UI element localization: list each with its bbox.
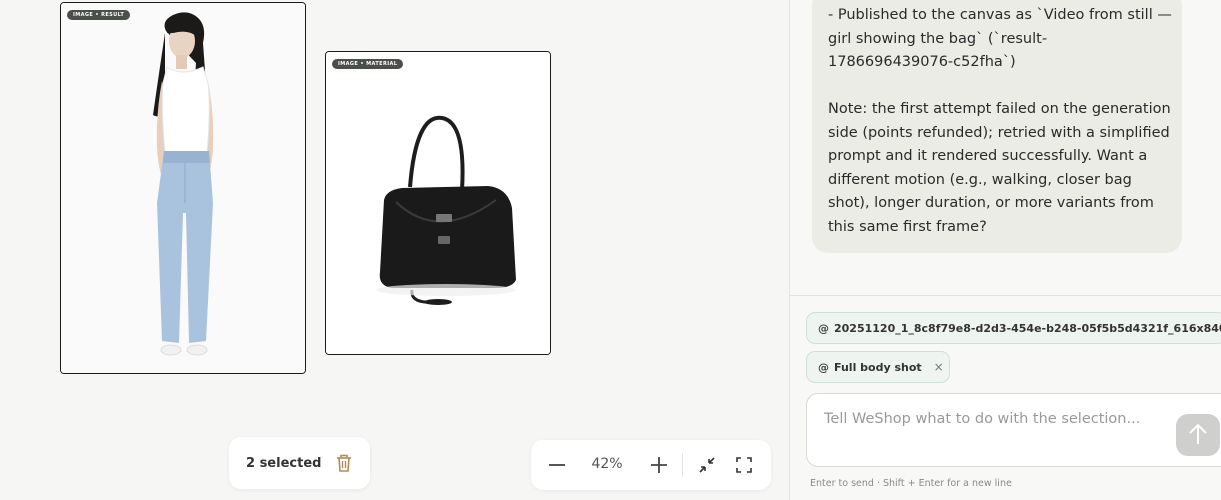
handbag-image (326, 52, 550, 354)
material-badge: IMAGE • MATERIAL (332, 59, 404, 69)
message-input[interactable] (822, 409, 1166, 443)
canvas[interactable]: IMAGE • RESULT IMAGE • MATERIAL 2 select… (0, 0, 789, 500)
assistant-message-text: - Published to the canvas as `Video from… (828, 4, 1172, 239)
chip-label: Full body shot (834, 360, 922, 374)
chip-close-icon[interactable]: × (934, 360, 944, 374)
zoom-toolbar: 42% (531, 440, 771, 490)
result-badge: IMAGE • RESULT (67, 10, 131, 20)
message-composer (806, 393, 1221, 467)
chat-panel: - Published to the canvas as `Video from… (789, 0, 1221, 500)
material-image-card[interactable]: IMAGE • MATERIAL (325, 51, 551, 355)
composer-hint: Enter to send · Shift + Enter for a new … (810, 478, 1012, 489)
zoom-level: 42% (591, 456, 623, 472)
result-image-card[interactable]: IMAGE • RESULT (60, 2, 306, 374)
message-paragraph-2: Note: the first attempt failed on the ge… (828, 101, 1171, 235)
model-image (61, 3, 305, 373)
message-paragraph-1: - Published to the canvas as `Video from… (828, 7, 1172, 70)
panel-divider (790, 295, 1221, 296)
at-icon: @ (818, 321, 829, 335)
context-chip-image: @ 20251120_1_8c8f79e8-d2d3-454e-b248-05f… (806, 312, 1221, 344)
assistant-message: - Published to the canvas as `Video from… (812, 0, 1182, 253)
context-chip-shot: @ Full body shot × (806, 351, 950, 383)
selected-count: 2 selected (246, 455, 322, 471)
zoom-out-icon[interactable] (547, 455, 567, 475)
trash-icon[interactable] (335, 453, 353, 473)
zoom-in-icon[interactable] (649, 455, 669, 475)
arrow-up-icon (1189, 423, 1207, 444)
fit-collapse-icon[interactable] (697, 455, 717, 475)
send-button[interactable] (1176, 414, 1220, 456)
chip-label: 20251120_1_8c8f79e8-d2d3-454e-b248-05f5b… (834, 321, 1221, 335)
at-icon: @ (818, 360, 829, 374)
zoom-divider (682, 453, 683, 477)
selection-toolbar: 2 selected (229, 437, 370, 489)
fullscreen-icon[interactable] (734, 455, 754, 475)
